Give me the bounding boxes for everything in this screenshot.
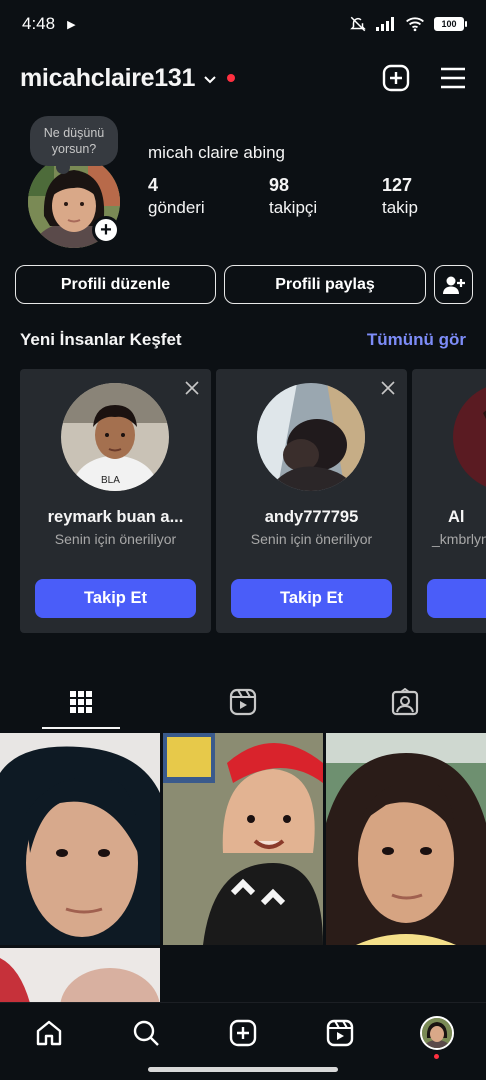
stat-posts[interactable]: 4 gönderi (148, 175, 205, 218)
post-image (0, 948, 160, 1003)
home-indicator[interactable] (148, 1067, 338, 1072)
stat-followers[interactable]: 98 takipçi (269, 175, 317, 218)
status-icons: 100 (349, 15, 467, 33)
see-all-link[interactable]: Tümünü gör (367, 330, 466, 350)
username-switcher[interactable]: micahclaire131 (20, 64, 195, 93)
mute-icon (350, 16, 366, 32)
signal-icon (376, 17, 394, 31)
avatar-photo (422, 1017, 453, 1048)
notification-dot (227, 74, 236, 82)
follow-button[interactable]: Takip Et (231, 579, 392, 618)
nav-home[interactable] (19, 1019, 79, 1047)
reels-icon (326, 1019, 354, 1046)
follow-button[interactable]: T (427, 579, 486, 618)
suggestion-avatar[interactable] (453, 383, 486, 491)
suggestion-reason: Senin için öneriliyor (54, 531, 177, 547)
nav-reels[interactable] (310, 1019, 370, 1047)
bottom-navigation (0, 1002, 486, 1062)
avatar-photo (257, 383, 365, 491)
nav-search[interactable] (116, 1019, 176, 1047)
display-name: micah claire abing (148, 143, 286, 162)
content-tabs (0, 675, 486, 729)
add-person-icon (442, 276, 465, 294)
tagged-icon (391, 688, 419, 716)
post-thumbnail[interactable] (163, 733, 323, 945)
suggestion-card[interactable]: Al _kmbrlyn T (412, 369, 486, 633)
suggestion-card[interactable]: BLA reymark buan a... Senin için önerili… (20, 369, 211, 633)
discover-header: Yeni İnsanlar Keşfet Tümünü gör (20, 330, 466, 350)
profile-actions: Profili düzenle Profili paylaş (15, 265, 473, 304)
share-profile-button[interactable]: Profili paylaş (224, 265, 426, 304)
tab-reels[interactable] (162, 675, 324, 729)
menu-button[interactable] (440, 67, 466, 89)
suggestion-carousel[interactable]: BLA reymark buan a... Senin için önerili… (20, 369, 486, 633)
suggestion-reason: _kmbrlyn (432, 531, 486, 547)
tab-tagged[interactable] (324, 675, 486, 729)
add-story-button[interactable]: + (92, 216, 120, 244)
search-icon (133, 1020, 159, 1046)
grid-icon (70, 691, 92, 713)
profile-summary: Ne düşünü yorsun? + micah claire abing 4… (0, 112, 486, 252)
notification-dot (434, 1053, 440, 1059)
post-image (163, 733, 323, 945)
post-image (0, 733, 160, 945)
reels-icon (229, 688, 257, 716)
profile-header: micahclaire131 (0, 56, 486, 100)
status-time: 4:48 (22, 14, 56, 33)
discover-people-button[interactable] (434, 265, 473, 304)
suggestion-avatar[interactable]: BLA (61, 383, 169, 491)
following-count: 127 (382, 175, 413, 195)
svg-text:BLA: BLA (101, 475, 120, 486)
plus-square-icon (229, 1019, 257, 1046)
suggestion-avatar[interactable] (257, 383, 365, 491)
suggestion-reason: Senin için öneriliyor (250, 531, 373, 547)
note-bubble[interactable]: Ne düşünü yorsun? (30, 116, 118, 174)
avatar-photo (453, 383, 486, 491)
post-thumbnail[interactable] (326, 733, 486, 945)
posts-label: gönderi (148, 198, 205, 217)
suggestion-card[interactable]: andy777795 Senin için öneriliyor Takip E… (216, 369, 407, 633)
followers-count: 98 (269, 175, 290, 195)
avatar-photo: BLA (61, 383, 169, 491)
post-image (326, 733, 486, 945)
edit-profile-button[interactable]: Profili düzenle (15, 265, 216, 304)
posts-count: 4 (148, 175, 159, 195)
plus-square-icon (382, 64, 410, 92)
profile-avatar (420, 1015, 455, 1050)
suggestion-name: Al (448, 508, 465, 526)
play-icon: ▶ (67, 18, 76, 31)
followers-label: takipçi (269, 198, 318, 217)
post-thumbnail[interactable] (0, 733, 160, 945)
suggestion-name: reymark buan a... (47, 508, 184, 526)
hamburger-icon (441, 67, 465, 89)
stat-following[interactable]: 127 takip (382, 175, 418, 218)
battery-icon: 100 (434, 17, 467, 31)
create-button[interactable] (382, 64, 410, 92)
chevron-down-icon[interactable] (203, 75, 217, 85)
close-icon[interactable] (185, 381, 199, 395)
home-icon (36, 1020, 61, 1045)
status-bar: 4:48 ▶ 100 (0, 0, 486, 48)
nav-profile[interactable] (407, 1015, 467, 1059)
tab-grid[interactable] (0, 675, 162, 729)
follow-button[interactable]: Takip Et (35, 579, 196, 618)
suggestion-name: andy777795 (264, 508, 359, 526)
post-thumbnail[interactable] (0, 948, 160, 1003)
discover-title: Yeni İnsanlar Keşfet (20, 330, 182, 349)
wifi-icon (406, 17, 424, 32)
post-grid (0, 733, 486, 1003)
nav-create[interactable] (213, 1019, 273, 1047)
close-icon[interactable] (381, 381, 395, 395)
following-label: takip (382, 198, 418, 217)
